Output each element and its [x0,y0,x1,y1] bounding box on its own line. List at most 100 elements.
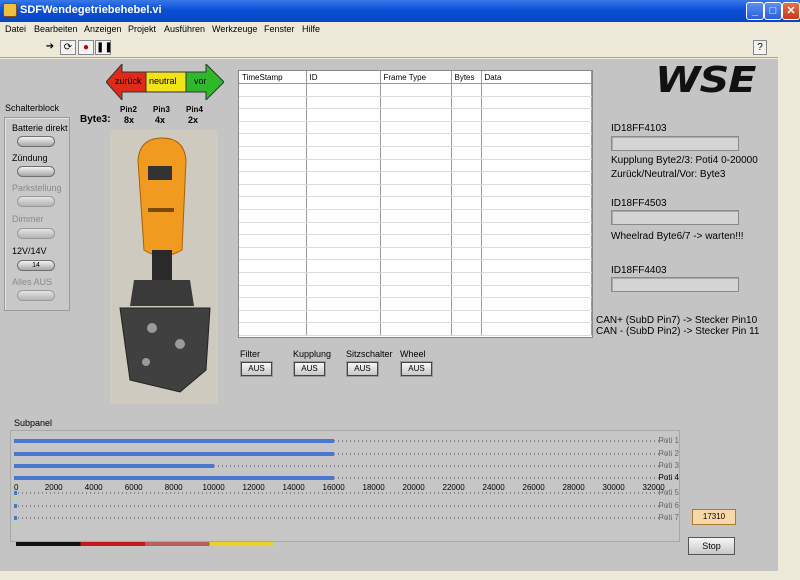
abort-icon[interactable]: ● [78,40,94,55]
table-cell[interactable] [481,272,592,286]
table-cell[interactable] [451,196,482,211]
table-cell[interactable] [481,234,592,248]
poti-slider[interactable]: Poti 1 [14,436,679,446]
table-cell[interactable] [451,133,482,148]
column-header-data[interactable]: Data [481,71,592,85]
menu-anzeigen[interactable]: Anzeigen [84,24,122,34]
table-cell[interactable] [451,247,482,261]
table-cell[interactable] [380,209,452,223]
table-cell[interactable] [239,272,307,286]
table-cell[interactable] [239,209,307,223]
table-cell[interactable] [481,146,592,160]
table-cell[interactable] [306,285,381,299]
table-cell[interactable] [306,322,381,336]
table-cell[interactable] [451,222,482,236]
slider-fill[interactable] [14,439,334,443]
run-continuous-icon[interactable]: ⟳ [60,40,76,55]
table-cell[interactable] [451,146,482,160]
menu-fenster[interactable]: Fenster [264,24,295,34]
table-cell[interactable] [481,196,592,211]
table-cell[interactable] [451,272,482,286]
table-cell[interactable] [380,146,452,160]
table-cell[interactable] [481,297,592,311]
slider-track[interactable] [14,504,669,507]
sitzschalter-button[interactable]: AUS [347,362,378,376]
table-cell[interactable] [239,108,307,122]
table-row[interactable] [239,171,592,185]
table-cell[interactable] [380,133,452,148]
table-cell[interactable] [306,196,381,211]
table-cell[interactable] [451,159,482,173]
slider-fill[interactable] [14,503,17,508]
table-row[interactable] [239,96,592,110]
switch-12v-14v[interactable]: 14 [17,260,55,271]
run-arrow-icon[interactable]: ➔ [42,40,58,55]
table-cell[interactable] [380,272,452,286]
column-header-timestamp[interactable]: TimeStamp [239,71,307,85]
table-cell[interactable] [306,83,381,97]
pause-icon[interactable]: ❚❚ [95,40,113,55]
table-cell[interactable] [380,196,452,211]
table-cell[interactable] [306,171,381,185]
table-row[interactable] [239,121,592,135]
table-cell[interactable] [481,184,592,198]
table-cell[interactable] [239,222,307,236]
table-cell[interactable] [451,83,482,97]
table-cell[interactable] [306,234,381,248]
table-row[interactable] [239,196,592,211]
poti-slider[interactable]: Poti 2 [14,449,679,459]
table-cell[interactable] [306,96,381,110]
table-cell[interactable] [306,222,381,236]
table-cell[interactable] [380,108,452,122]
table-cell[interactable] [239,310,307,324]
poti-slider[interactable]: Poti 4 [14,473,679,483]
table-row[interactable] [239,234,592,248]
switch-dimmer[interactable] [17,228,55,239]
column-header-id[interactable]: ID [306,71,381,85]
menu-datei[interactable]: Datei [5,24,26,34]
slider-track[interactable] [14,517,669,519]
table-cell[interactable] [481,222,592,236]
table-cell[interactable] [306,297,381,311]
wheel-button[interactable]: AUS [401,362,432,376]
table-row[interactable] [239,322,592,336]
table-cell[interactable] [239,259,307,273]
table-cell[interactable] [481,96,592,110]
table-cell[interactable] [306,133,381,148]
table-cell[interactable] [481,209,592,223]
menu-hilfe[interactable]: Hilfe [302,24,320,34]
table-cell[interactable] [451,96,482,110]
table-cell[interactable] [380,322,452,336]
table-cell[interactable] [380,310,452,324]
slider-fill[interactable] [14,451,334,456]
table-cell[interactable] [451,310,482,324]
table-row[interactable] [239,159,592,173]
table-cell[interactable] [306,209,381,223]
table-cell[interactable] [481,133,592,148]
table-cell[interactable] [239,146,307,160]
stop-button[interactable]: Stop [688,537,735,555]
table-cell[interactable] [380,285,452,299]
table-cell[interactable] [239,171,307,185]
table-cell[interactable] [451,184,482,198]
table-cell[interactable] [481,171,592,185]
table-cell[interactable] [239,285,307,299]
switch-parkstellung[interactable] [17,196,55,207]
poti-slider[interactable]: Poti 6 [14,501,679,511]
close-button[interactable]: ✕ [782,2,800,20]
table-cell[interactable] [306,310,381,324]
table-cell[interactable] [481,322,592,336]
table-cell[interactable] [481,83,592,97]
table-cell[interactable] [306,184,381,198]
table-cell[interactable] [380,159,452,173]
poti-slider[interactable]: Poti 7 [14,513,679,523]
table-cell[interactable] [380,96,452,110]
table-row[interactable] [239,146,592,160]
table-cell[interactable] [451,322,482,336]
minimize-button[interactable]: _ [746,2,764,20]
filter-button[interactable]: AUS [241,362,272,376]
table-cell[interactable] [481,285,592,299]
poti-slider[interactable]: Poti 3 [14,461,679,471]
switch-batterie-direkt[interactable] [17,136,55,147]
table-cell[interactable] [481,259,592,273]
